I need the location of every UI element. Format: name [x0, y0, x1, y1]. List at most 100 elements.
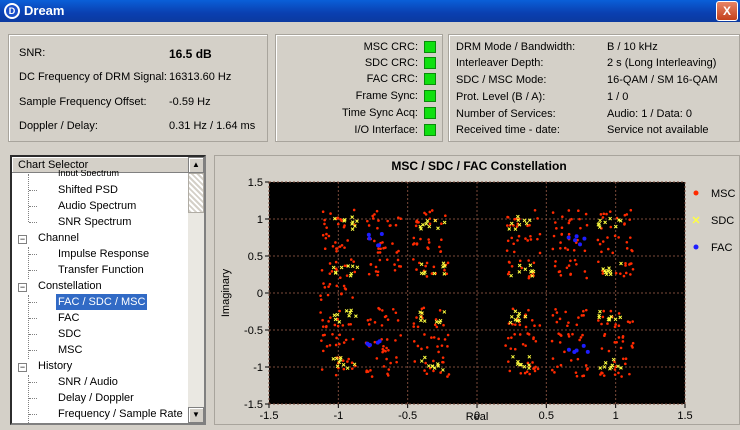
msc-point: [573, 258, 577, 262]
msc-point: [323, 218, 326, 222]
msc-point: [550, 339, 554, 343]
msc-point: [424, 361, 427, 365]
msc-point: [345, 274, 349, 277]
title-bar: D Dream X: [0, 0, 740, 22]
msc-point: [565, 266, 569, 270]
msc-point: [351, 337, 355, 341]
msc-point: [603, 332, 607, 336]
msc-point: [424, 213, 428, 216]
tree-item-snr-audio[interactable]: SNR / Audio: [58, 374, 118, 390]
msc-point: [620, 375, 623, 378]
msc-point: [558, 317, 562, 321]
msc-point: [553, 371, 556, 374]
msc-point: [423, 369, 426, 372]
collapse-history-icon[interactable]: −: [18, 363, 27, 372]
msc-point: [335, 250, 338, 253]
fac-point: [574, 234, 579, 239]
y-axis-label: Imaginary: [220, 268, 232, 317]
tree-item-channel[interactable]: Channel: [38, 230, 79, 246]
msc-point: [335, 268, 338, 272]
msc-point: [506, 215, 509, 219]
msc-point: [389, 224, 392, 227]
msc-point: [617, 324, 621, 328]
tree-item-input-spectrum[interactable]: Input Spectrum: [58, 170, 119, 176]
fac-crc-label: FAC CRC:: [366, 73, 418, 85]
dc-frequency-value: 16313.60 Hz: [169, 71, 232, 83]
received-time-value: Service not available: [607, 124, 709, 136]
tree-item-snr-spectrum[interactable]: SNR Spectrum: [58, 214, 131, 230]
tree-item-delay-doppler[interactable]: Delay / Doppler: [58, 390, 134, 406]
msc-point: [394, 311, 398, 315]
msc-point: [384, 246, 387, 249]
msc-crc-led-icon: [424, 41, 436, 53]
msc-point: [513, 347, 517, 351]
msc-point: [381, 350, 384, 354]
tree-item-history[interactable]: History: [38, 358, 72, 374]
tree-item-frequency-sample-rate[interactable]: Frequency / Sample Rate: [58, 406, 183, 422]
msc-point: [567, 209, 571, 212]
legend-swatch: [693, 244, 699, 250]
msc-point: [623, 223, 626, 226]
sdc-msc-mode-label: SDC / MSC Mode:: [456, 74, 547, 86]
x-tick-label: -1.5: [260, 410, 279, 422]
msc-point: [617, 371, 620, 375]
tree-item-transfer-function[interactable]: Transfer Function: [58, 262, 144, 278]
tree-item-impulse-response[interactable]: Impulse Response: [58, 246, 149, 262]
tree-branch: [29, 222, 37, 223]
tree-item-fac[interactable]: FAC: [58, 310, 79, 326]
msc-point: [414, 224, 418, 228]
msc-point: [366, 370, 370, 373]
scroll-up-arrow-icon[interactable]: ▲: [188, 157, 204, 173]
sdc-crc-led-icon: [424, 57, 436, 69]
msc-point: [614, 323, 617, 326]
msc-point: [532, 337, 535, 341]
chart-selector-tree[interactable]: Chart Selector Input Spectrum Shifted PS…: [10, 155, 206, 425]
msc-point: [381, 241, 384, 244]
msc-point: [320, 268, 324, 272]
tree-item-shifted-psd[interactable]: Shifted PSD: [58, 182, 118, 198]
window-title: Dream: [24, 3, 65, 18]
msc-point: [344, 338, 348, 342]
msc-point: [446, 345, 449, 348]
tree-item-fac-sdc-msc[interactable]: FAC / SDC / MSC: [56, 294, 148, 310]
interleaver-depth-value: 2 s (Long Interleaving): [607, 57, 717, 69]
tree-branch: [29, 206, 37, 207]
msc-point: [353, 270, 357, 274]
collapse-channel-icon[interactable]: −: [18, 235, 27, 244]
msc-point: [570, 217, 573, 221]
msc-point: [430, 336, 433, 339]
msc-point: [325, 345, 329, 348]
msc-point: [513, 323, 517, 326]
tree-item-msc[interactable]: MSC: [58, 342, 82, 358]
msc-point: [531, 361, 534, 364]
tree-item-audio-spectrum[interactable]: Audio Spectrum: [58, 198, 136, 214]
msc-point: [412, 325, 416, 328]
tree-item-constellation[interactable]: Constellation: [38, 278, 102, 294]
msc-point: [443, 338, 447, 341]
msc-point: [380, 324, 384, 327]
msc-point: [350, 361, 354, 365]
msc-crc-label: MSC CRC:: [363, 41, 418, 53]
close-button[interactable]: X: [716, 1, 738, 21]
x-tick-label: -1: [333, 410, 343, 422]
msc-point: [608, 210, 612, 213]
msc-point: [536, 217, 539, 220]
drm-mode-label: DRM Mode / Bandwidth:: [456, 41, 576, 53]
msc-point: [343, 224, 346, 227]
collapse-constellation-icon[interactable]: −: [18, 283, 27, 292]
msc-point: [432, 336, 436, 339]
msc-point: [342, 341, 346, 344]
msc-point: [395, 251, 399, 254]
tree-scrollbar[interactable]: ▲ ▼: [188, 157, 204, 423]
tree-item-sdc[interactable]: SDC: [58, 326, 81, 342]
scroll-thumb[interactable]: [188, 173, 204, 213]
msc-point: [427, 241, 431, 244]
msc-point: [606, 247, 610, 251]
msc-point: [324, 236, 328, 240]
scroll-down-arrow-icon[interactable]: ▼: [188, 407, 204, 423]
msc-point: [567, 221, 571, 225]
msc-point: [621, 336, 625, 339]
msc-point: [513, 333, 516, 336]
msc-point: [582, 309, 585, 313]
msc-point: [341, 359, 345, 362]
